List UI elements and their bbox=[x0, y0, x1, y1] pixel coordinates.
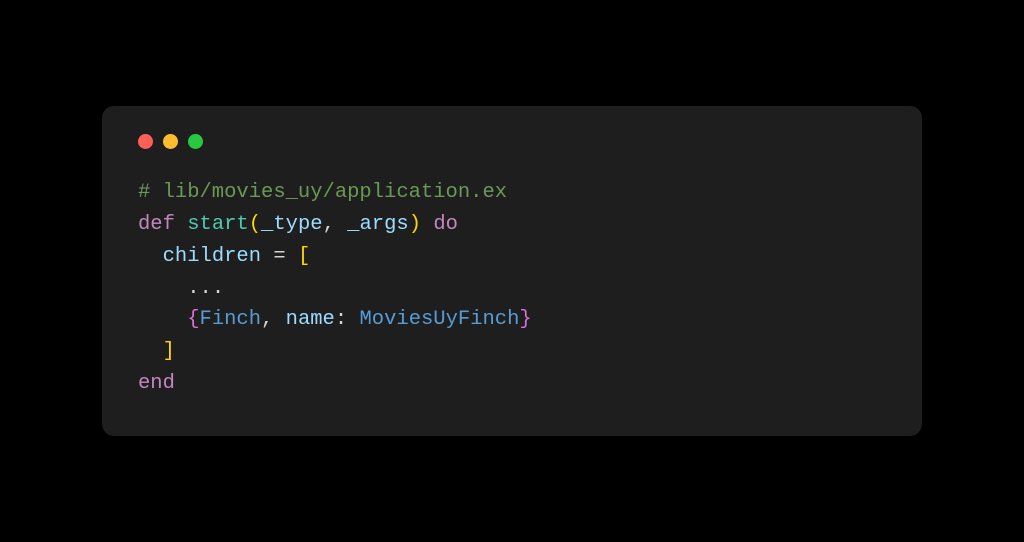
keyword-do: do bbox=[433, 213, 458, 236]
var-children: children bbox=[163, 245, 261, 268]
comma: , bbox=[261, 308, 286, 331]
indent bbox=[138, 340, 163, 363]
keyword-def: def bbox=[138, 213, 175, 236]
param-type: _type bbox=[261, 213, 323, 236]
module-moviesuyfinch: MoviesUyFinch bbox=[359, 308, 519, 331]
function-name: start bbox=[187, 213, 249, 236]
space bbox=[175, 213, 187, 236]
ellipsis: ... bbox=[187, 277, 224, 300]
lbracket: [ bbox=[298, 245, 310, 268]
module-finch: Finch bbox=[200, 308, 262, 331]
code-comment: # lib/movies_uy/application.ex bbox=[138, 181, 507, 204]
equals: = bbox=[273, 245, 285, 268]
zoom-icon[interactable] bbox=[188, 134, 203, 149]
code-window: # lib/movies_uy/application.ex def start… bbox=[102, 106, 922, 435]
minimize-icon[interactable] bbox=[163, 134, 178, 149]
keyword-arg-name: name bbox=[286, 308, 335, 331]
indent bbox=[138, 277, 187, 300]
rparen: ) bbox=[409, 213, 421, 236]
close-icon[interactable] bbox=[138, 134, 153, 149]
lparen: ( bbox=[249, 213, 261, 236]
keyword-end: end bbox=[138, 372, 175, 395]
code-block: # lib/movies_uy/application.ex def start… bbox=[138, 177, 886, 399]
space bbox=[286, 245, 298, 268]
comma: , bbox=[323, 213, 348, 236]
indent bbox=[138, 308, 187, 331]
indent bbox=[138, 245, 163, 268]
traffic-lights bbox=[138, 134, 886, 149]
rbracket: ] bbox=[163, 340, 175, 363]
lbrace: { bbox=[187, 308, 199, 331]
param-args: _args bbox=[347, 213, 409, 236]
space bbox=[261, 245, 273, 268]
space bbox=[421, 213, 433, 236]
rbrace: } bbox=[519, 308, 531, 331]
colon: : bbox=[335, 308, 360, 331]
